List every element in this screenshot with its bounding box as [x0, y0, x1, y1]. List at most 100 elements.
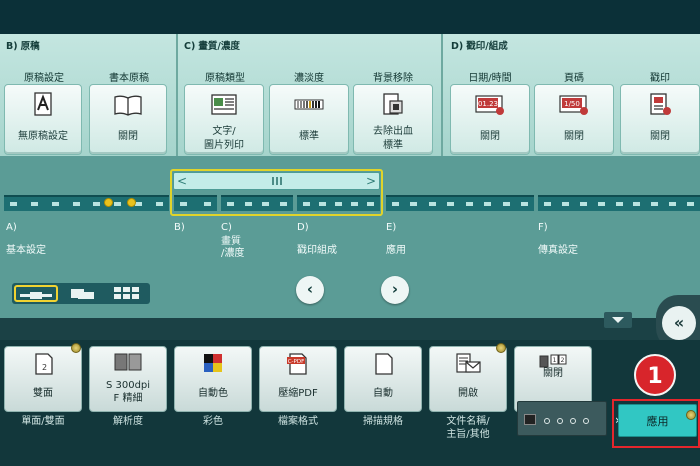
- label-original-settings: 原稿設定: [24, 73, 64, 84]
- document-mail-icon: [456, 353, 481, 373]
- density-value: 標準: [299, 131, 319, 142]
- section-name-stamp: 戳印組成: [297, 245, 337, 256]
- view-mode-switch: [12, 283, 150, 304]
- top-dark-strip: [0, 0, 700, 34]
- scan-size-icon: [375, 353, 393, 375]
- stamp-icon: [650, 93, 671, 115]
- svg-text:1/50: 1/50: [564, 100, 580, 108]
- caption-resolution: 解析度: [113, 416, 143, 427]
- duplex-button[interactable]: 2 雙面: [4, 346, 82, 412]
- page-number-value: 關閉: [564, 131, 584, 142]
- highlight-frame: [612, 399, 700, 448]
- page-square-icon: [524, 414, 536, 425]
- grid-view-icon: [114, 287, 139, 299]
- caption-file-format: 檔案格式: [278, 416, 318, 427]
- page-number-button[interactable]: 1/50 關閉: [534, 84, 614, 155]
- svg-text:C-PDF: C-PDF: [288, 359, 305, 365]
- previous-button[interactable]: ‹: [296, 276, 324, 304]
- document-name-value: 開啟: [458, 388, 478, 399]
- stamp-value: 關閉: [650, 131, 670, 142]
- book-original-button[interactable]: 關閉: [89, 84, 167, 155]
- nav-segment-fax[interactable]: [538, 195, 700, 211]
- document-name-button[interactable]: 開啟: [429, 346, 507, 412]
- document-a-icon: [34, 92, 52, 116]
- chevron-left-icon: ‹: [306, 280, 314, 298]
- nav-segment-basic[interactable]: [4, 195, 169, 211]
- scan-size-button[interactable]: 自動: [344, 346, 422, 412]
- label-date-time: 日期/時間: [468, 73, 512, 84]
- page-dot-icon: [544, 418, 550, 424]
- original-settings-button[interactable]: 無原稿設定: [4, 84, 82, 155]
- group-title-stamp: D) 戳印/組成: [451, 41, 508, 52]
- view-grid-button[interactable]: [110, 285, 144, 302]
- panel-divider-band: [0, 318, 700, 340]
- nav-segment-application[interactable]: [386, 195, 534, 211]
- original-settings-value: 無原稿設定: [18, 131, 68, 142]
- density-button[interactable]: 標準: [269, 84, 349, 155]
- nav-scrollbar[interactable]: < >: [173, 172, 380, 190]
- color-value: 自動色: [198, 388, 228, 399]
- date-time-button[interactable]: 01.23 關閉: [450, 84, 530, 155]
- svg-text:2: 2: [561, 357, 565, 364]
- group-divider: [441, 34, 443, 156]
- caption-scan-size: 掃描規格: [363, 416, 403, 427]
- label-book-original: 書本原稿: [109, 73, 149, 84]
- resolution-button[interactable]: S 300dpi F 精細: [89, 346, 167, 412]
- text-photo-icon: [211, 94, 237, 115]
- svg-text:1: 1: [553, 357, 557, 364]
- date-stamp-icon: 01.23: [475, 95, 504, 115]
- svg-text:01.23: 01.23: [478, 100, 498, 108]
- group-title-original: B) 原稿: [6, 41, 40, 52]
- section-name-application: 應用: [386, 245, 406, 256]
- duplex-value: 雙面: [33, 388, 53, 399]
- caption-color: 彩色: [203, 416, 223, 427]
- stack-view-icon: [71, 289, 94, 299]
- group-title-quality: C) 畫質/濃度: [184, 41, 240, 52]
- page-dot-icon: [557, 418, 563, 424]
- label-stamp: 戳印: [650, 73, 670, 84]
- section-letter-c: C): [221, 222, 232, 233]
- indicator-dot-icon: [71, 343, 81, 353]
- file-format-value: 壓縮PDF: [278, 388, 318, 399]
- label-background-removal: 背景移除: [373, 73, 413, 84]
- date-time-value: 關閉: [480, 131, 500, 142]
- next-button[interactable]: ›: [381, 276, 409, 304]
- label-density: 濃淡度: [294, 73, 324, 84]
- section-name-basic: 基本設定: [6, 245, 46, 256]
- annotation-badge: 1: [634, 354, 676, 396]
- original-type-button[interactable]: 文字/ 圖片列印: [184, 84, 264, 155]
- svg-text:2: 2: [42, 363, 47, 372]
- changed-setting-dot: [104, 198, 113, 207]
- density-scale-icon: [294, 99, 324, 110]
- color-button[interactable]: 自動色: [174, 346, 252, 412]
- page-dot-icon: [570, 418, 576, 424]
- view-list-button[interactable]: [68, 285, 100, 302]
- scroll-left-icon[interactable]: <: [177, 173, 187, 189]
- section-letter-b: B): [174, 222, 185, 233]
- section-letter-f: F): [538, 222, 548, 233]
- changed-setting-dot: [127, 198, 136, 207]
- background-removal-button[interactable]: 去除出血 標準: [353, 84, 433, 155]
- bar-view-icon: [20, 292, 52, 299]
- original-type-value: 文字/ 圖片列印: [204, 126, 244, 151]
- section-letter-e: E): [386, 222, 397, 233]
- label-original-type: 原稿類型: [205, 73, 245, 84]
- scan-size-value: 自動: [373, 388, 393, 399]
- caption-duplex: 單面/雙面: [21, 416, 65, 427]
- indicator-dot-icon: [496, 343, 506, 353]
- page-number-icon: 1/50: [559, 95, 588, 115]
- scroll-grip-icon[interactable]: [272, 177, 282, 185]
- view-bar-button[interactable]: [14, 285, 58, 302]
- group-divider: [176, 34, 178, 156]
- resolution-value: S 300dpi F 精細: [105, 380, 151, 404]
- scroll-right-icon[interactable]: >: [366, 173, 376, 189]
- file-format-button[interactable]: C-PDF 壓縮PDF: [259, 346, 337, 412]
- section-name-fax: 傳真設定: [538, 245, 578, 256]
- resolution-icon: [114, 353, 142, 371]
- section-name-quality: 畫質 /濃度: [221, 236, 245, 259]
- page-indicator[interactable]: [517, 401, 607, 436]
- section-letter-d: D): [297, 222, 309, 233]
- rewind-icon: «: [662, 306, 696, 340]
- stamp-button[interactable]: 關閉: [620, 84, 700, 155]
- collapse-panel-button[interactable]: [604, 312, 632, 328]
